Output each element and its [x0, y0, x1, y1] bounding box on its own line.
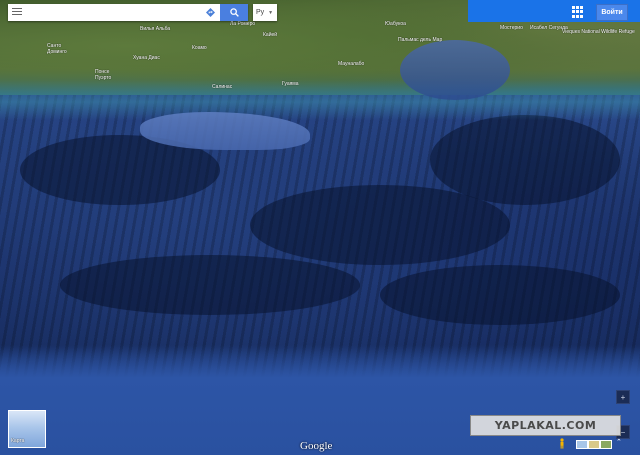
watermark: YAPLAKAL.COM — [470, 415, 621, 436]
abyssal-plain — [0, 345, 640, 455]
map-type-thumbnail[interactable]: Карта — [8, 410, 46, 448]
place-label: Исабел Сегунда — [530, 25, 568, 31]
language-dropdown[interactable]: Ру ▼ — [253, 4, 277, 21]
chevron-down-icon: ▼ — [268, 9, 274, 16]
place-label: Юабукоа — [385, 21, 406, 27]
seafloor-ridge — [380, 265, 620, 325]
place-label: Пальмас дель Мар — [398, 37, 443, 43]
place-label: Коамо — [192, 45, 207, 51]
seafloor-ridge — [430, 115, 620, 205]
layer-thumb-terrain[interactable] — [588, 440, 600, 449]
layer-thumb-map[interactable] — [576, 440, 588, 449]
place-label: Доминго — [47, 49, 67, 55]
place-label: Ла Ромеро — [230, 21, 256, 27]
place-label: Хуана Диас — [133, 55, 160, 61]
place-label: Пуэрто — [95, 75, 112, 81]
apps-grid-icon[interactable] — [572, 6, 584, 18]
zoom-in-button[interactable]: + — [616, 390, 630, 404]
map-type-label: Карта — [11, 438, 25, 444]
magnifier-icon — [229, 8, 239, 17]
place-label: Мостерио — [500, 25, 523, 31]
place-label: Vieques National Wildlife Refuge — [562, 29, 635, 35]
place-label: Салинас — [212, 84, 233, 90]
layer-thumb-earth[interactable] — [600, 440, 612, 449]
search-button[interactable] — [220, 4, 248, 21]
place-label: Кайей — [263, 32, 278, 38]
expand-icon[interactable]: ⌃ — [616, 438, 622, 446]
place-label: Гуаяма — [282, 81, 299, 87]
coastline — [0, 80, 640, 120]
seafloor-ridge — [60, 255, 360, 315]
pegman-icon[interactable] — [559, 438, 565, 449]
place-label: Мауналабо — [338, 61, 365, 67]
search-box — [8, 4, 248, 21]
shelf-shallow-east — [400, 40, 510, 100]
place-label: Вилья Альба — [140, 26, 171, 32]
language-label: Ру — [256, 9, 265, 16]
directions-icon[interactable] — [201, 4, 219, 21]
hamburger-menu-icon[interactable] — [12, 8, 22, 17]
map-canvas[interactable]: Санто Доминго Понсе Пуэрто Хуана Диас Ко… — [0, 0, 640, 455]
signin-button[interactable]: Войти — [596, 4, 628, 21]
google-logo: Google — [300, 440, 333, 452]
search-input[interactable] — [26, 6, 196, 19]
